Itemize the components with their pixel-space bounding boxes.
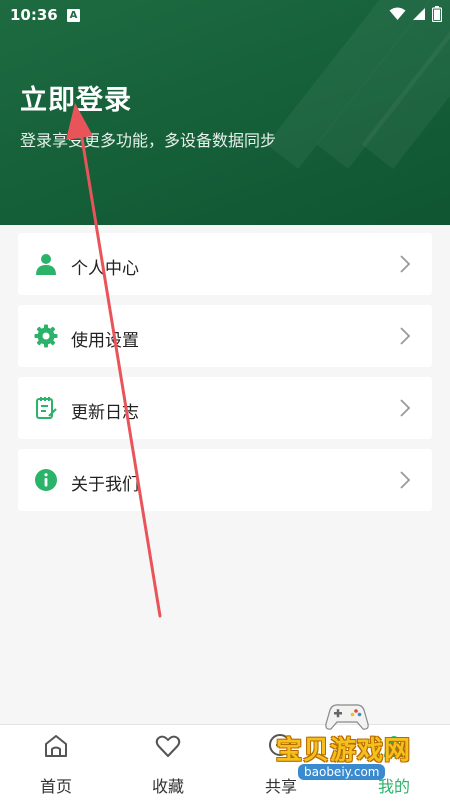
menu-item-about-us[interactable]: 关于我们 [18, 449, 432, 511]
tab-label: 首页 [39, 777, 72, 796]
watermark-domain: baobeiy.com [298, 764, 386, 780]
person-icon [36, 254, 56, 275]
gamepad-icon [325, 704, 369, 730]
wifi-icon [389, 7, 406, 20]
app-notification-icon: A [67, 9, 80, 22]
site-watermark: 宝贝游戏网 baobeiy.com [270, 700, 440, 788]
menu-item-label: 使用设置 [71, 331, 139, 351]
battery-icon [432, 6, 442, 22]
chevron-right-icon [400, 327, 411, 345]
menu-item-update-log[interactable]: 更新日志 [18, 377, 432, 439]
login-subtitle: 登录享受更多功能，多设备数据同步 [20, 131, 277, 150]
chevron-right-icon [400, 399, 411, 417]
heart-icon [155, 735, 181, 757]
status-time: 10:36 [10, 6, 58, 24]
menu-item-personal-center[interactable]: 个人中心 [18, 233, 432, 295]
watermark-text: 宝贝游戏网 [276, 736, 412, 766]
chevron-right-icon [400, 471, 411, 489]
chevron-right-icon [400, 255, 411, 273]
notepad-icon [36, 397, 57, 419]
settings-menu: 个人中心 使用设置 更新日志 关于我们 [18, 233, 432, 521]
gear-icon [34, 324, 58, 348]
cell-signal-icon [413, 8, 425, 20]
menu-item-settings[interactable]: 使用设置 [18, 305, 432, 367]
info-icon [35, 469, 57, 491]
menu-item-label: 个人中心 [71, 259, 139, 279]
home-icon [45, 735, 67, 757]
status-bar: 10:36 A [0, 0, 450, 32]
tab-label: 收藏 [151, 777, 184, 796]
menu-item-label: 关于我们 [71, 475, 139, 495]
menu-item-label: 更新日志 [71, 403, 139, 423]
tab-home[interactable]: 首页 [0, 725, 112, 801]
status-icons [389, 6, 442, 22]
login-title[interactable]: 立即登录 [20, 78, 132, 117]
tab-favorites[interactable]: 收藏 [112, 725, 224, 801]
